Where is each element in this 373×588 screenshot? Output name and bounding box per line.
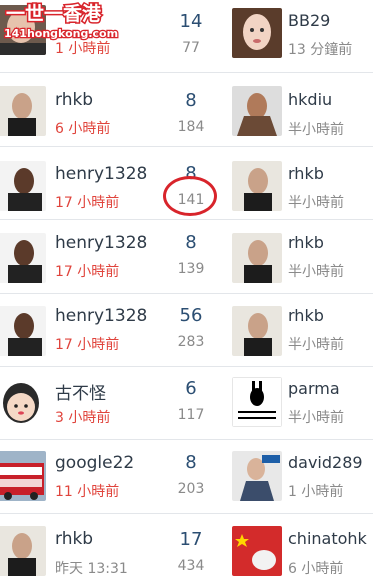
last-poster-name[interactable]: rhkb <box>288 164 324 183</box>
author-avatar[interactable] <box>0 451 46 501</box>
reply-count: 6 <box>185 378 197 399</box>
author-avatar[interactable] <box>0 233 46 283</box>
author-name[interactable]: rhkb <box>55 529 93 549</box>
view-count: 117 <box>177 407 205 423</box>
thread-row: henry1328 17 小時前 56 283 rhkb 半小時前 <box>0 294 373 367</box>
watermark-logo: 一世一香港 141hongkong.com <box>0 0 122 42</box>
author-name[interactable]: henry1328 <box>55 164 147 184</box>
last-poster-avatar[interactable] <box>232 233 282 283</box>
thread-row: 古不怪 3 小時前 6 117 parma 半小時前 <box>0 367 373 440</box>
last-post-time: 1 小時前 <box>288 484 344 500</box>
author-name[interactable]: google22 <box>55 453 134 473</box>
author-name[interactable]: 古不怪 <box>55 379 106 404</box>
highlight-circle <box>163 176 217 216</box>
view-count: 434 <box>177 558 205 574</box>
last-poster-name[interactable]: parma <box>288 379 340 398</box>
author-time: 昨天 13:31 <box>55 561 128 577</box>
last-poster-name[interactable]: rhkb <box>288 233 324 252</box>
author-avatar[interactable] <box>0 526 46 576</box>
view-count: 139 <box>177 261 205 277</box>
author-name[interactable]: rhkb <box>55 90 93 110</box>
last-poster-name[interactable]: chinatohk <box>288 529 367 548</box>
author-name[interactable]: henry1328 <box>55 233 147 253</box>
thread-row: google22 11 小時前 8 203 david289 1 小時前 <box>0 441 373 514</box>
reply-count: 8 <box>185 452 197 473</box>
author-avatar[interactable] <box>0 306 46 356</box>
last-poster-name[interactable]: david289 <box>288 453 363 472</box>
thread-row: rhkb 昨天 13:31 17 434 chinatohk 6 小時前 <box>0 514 373 587</box>
reply-count: 8 <box>185 232 197 253</box>
author-time: 3 小時前 <box>55 410 111 426</box>
last-poster-avatar[interactable] <box>232 86 282 136</box>
svg-text:141hongkong.com: 141hongkong.com <box>4 27 118 40</box>
author-avatar[interactable] <box>0 161 46 211</box>
author-time: 17 小時前 <box>55 337 120 353</box>
author-time: 17 小時前 <box>55 264 120 280</box>
view-count: 77 <box>182 40 200 56</box>
last-poster-avatar[interactable] <box>232 377 282 427</box>
last-poster-avatar[interactable] <box>232 306 282 356</box>
thread-row: rhkb 6 小時前 8 184 hkdiu 半小時前 <box>0 74 373 147</box>
last-post-time: 13 分鐘前 <box>288 42 353 58</box>
last-post-time: 半小時前 <box>288 337 344 353</box>
last-poster-name[interactable]: hkdiu <box>288 90 332 109</box>
author-name[interactable]: henry1328 <box>55 306 147 326</box>
thread-row: henry1328 17 小時前 8 139 rhkb 半小時前 <box>0 221 373 294</box>
author-avatar[interactable] <box>0 86 46 136</box>
author-time: 6 小時前 <box>55 121 111 137</box>
reply-count: 17 <box>179 529 203 550</box>
last-post-time: 半小時前 <box>288 122 344 138</box>
view-count: 283 <box>177 334 205 350</box>
author-avatar[interactable] <box>0 379 46 429</box>
view-count: 184 <box>177 119 205 135</box>
last-poster-avatar[interactable] <box>232 161 282 211</box>
last-poster-avatar[interactable] <box>232 8 282 58</box>
last-poster-avatar[interactable] <box>232 451 282 501</box>
last-post-time: 半小時前 <box>288 264 344 280</box>
svg-text:一世一香港: 一世一香港 <box>6 3 102 25</box>
last-poster-name[interactable]: rhkb <box>288 306 324 325</box>
last-post-time: 半小時前 <box>288 195 344 211</box>
author-time: 11 小時前 <box>55 484 120 500</box>
last-poster-name[interactable]: BB29 <box>288 11 330 30</box>
reply-count: 56 <box>179 305 203 326</box>
reply-count: 8 <box>185 90 197 111</box>
view-count: 203 <box>177 481 205 497</box>
last-post-time: 半小時前 <box>288 410 344 426</box>
last-post-time: 6 小時前 <box>288 561 344 577</box>
last-poster-avatar[interactable] <box>232 526 282 576</box>
reply-count: 14 <box>179 11 203 32</box>
author-time: 17 小時前 <box>55 195 120 211</box>
